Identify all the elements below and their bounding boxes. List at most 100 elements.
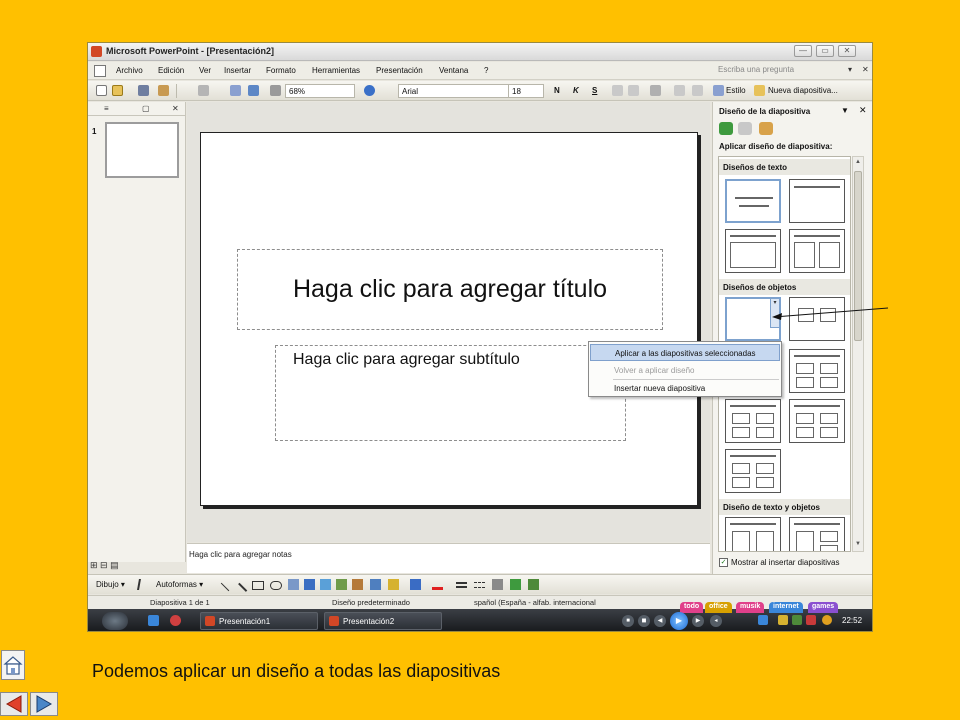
- deskbar-tab-internet[interactable]: internet: [769, 602, 803, 613]
- taskbar-presentacion2[interactable]: Presentación2: [324, 612, 442, 630]
- help-icon[interactable]: [364, 85, 375, 96]
- picture-icon[interactable]: [352, 579, 363, 590]
- outline-tab[interactable]: ≡: [104, 104, 109, 113]
- arrow-style-icon[interactable]: [492, 579, 503, 590]
- rectangle-icon[interactable]: [252, 581, 264, 590]
- line-style-icon[interactable]: [456, 582, 467, 588]
- tray-network-icon[interactable]: [758, 615, 768, 625]
- menu-reapply-layout[interactable]: Volver a aplicar diseño: [590, 362, 780, 379]
- underline-button[interactable]: S: [592, 86, 597, 95]
- close-button[interactable]: ✕: [838, 45, 856, 57]
- undo-icon[interactable]: [198, 85, 209, 96]
- line-color-icon[interactable]: [410, 579, 421, 590]
- numbering-icon[interactable]: [612, 85, 623, 96]
- minimize-button[interactable]: —: [794, 45, 812, 57]
- notes-placeholder[interactable]: Haga clic para agregar notas: [189, 550, 292, 559]
- new-slide-button[interactable]: Nueva diapositiva...: [768, 86, 838, 95]
- dash-style-icon[interactable]: [474, 582, 485, 588]
- table-icon[interactable]: [248, 85, 259, 96]
- help-dropdown-icon[interactable]: ▾: [848, 65, 852, 74]
- start-button[interactable]: [102, 612, 128, 630]
- autoshapes-menu[interactable]: Autoformas ▾: [156, 580, 203, 589]
- style-button[interactable]: Estilo: [726, 86, 746, 95]
- layout-title-slide[interactable]: [725, 179, 781, 223]
- menu-edicion[interactable]: Edición: [158, 66, 184, 75]
- scroll-up-icon[interactable]: ▲: [855, 159, 861, 165]
- clipart-icon[interactable]: [336, 579, 347, 590]
- taskbar-presentacion1[interactable]: Presentación1: [200, 612, 318, 630]
- home-icon[interactable]: [759, 122, 773, 135]
- show-on-insert-checkbox[interactable]: ✓ Mostrar al insertar diapositivas: [719, 558, 839, 568]
- close-pane-button[interactable]: ✕: [172, 104, 179, 113]
- style-icon[interactable]: [713, 85, 724, 96]
- task-pane-scrollbar[interactable]: ▲ ▼: [852, 156, 864, 552]
- diagram-icon[interactable]: [320, 579, 331, 590]
- select-pointer-icon[interactable]: [137, 579, 150, 590]
- tray-update-icon[interactable]: [792, 615, 802, 625]
- document-icon[interactable]: [94, 65, 106, 77]
- slide-thumbnail[interactable]: [105, 122, 179, 178]
- menu-help[interactable]: ?: [484, 66, 488, 75]
- layout-dropdown-button[interactable]: ▾: [770, 298, 780, 328]
- next-slide-button[interactable]: [30, 692, 58, 716]
- deskbar-tab-games[interactable]: games: [808, 602, 839, 613]
- shadow-icon[interactable]: [510, 579, 521, 590]
- menu-insertar[interactable]: Insertar: [224, 66, 251, 75]
- wordart-icon[interactable]: [304, 579, 315, 590]
- slide-canvas[interactable]: Haga clic para agregar título Haga clic …: [200, 132, 698, 506]
- layout-content[interactable]: [789, 297, 845, 341]
- menu-apply-selected[interactable]: Aplicar a las diapositivas seleccionadas: [590, 344, 780, 361]
- close-document-button[interactable]: ✕: [862, 65, 869, 74]
- paste-icon[interactable]: [158, 85, 169, 96]
- 3d-icon[interactable]: [528, 579, 539, 590]
- restore-button[interactable]: ▭: [816, 45, 834, 57]
- media-next-icon[interactable]: ▶: [692, 615, 704, 627]
- tray-messenger-icon[interactable]: [822, 615, 832, 625]
- zoom-select[interactable]: 68%: [285, 84, 355, 98]
- menu-ver[interactable]: Ver: [199, 66, 211, 75]
- back-icon[interactable]: [719, 122, 733, 135]
- forward-icon[interactable]: [738, 122, 752, 135]
- font-grow-icon[interactable]: [650, 85, 661, 96]
- menu-insert-new-slide[interactable]: Insertar nueva diapositiva: [590, 380, 780, 397]
- media-stop-icon[interactable]: ■: [622, 615, 634, 627]
- media-play-icon[interactable]: ▶: [670, 612, 688, 630]
- chart-icon[interactable]: [230, 85, 241, 96]
- layout-content-2[interactable]: [725, 399, 781, 443]
- grid-icon[interactable]: [270, 85, 281, 96]
- task-pane-menu-icon[interactable]: ▼: [841, 106, 849, 115]
- open-icon[interactable]: [112, 85, 123, 96]
- task-pane-close-button[interactable]: ✕: [859, 105, 867, 116]
- font-select[interactable]: Arial: [398, 84, 510, 98]
- draw-menu[interactable]: Dibujo ▾: [96, 580, 125, 589]
- menu-ventana[interactable]: Ventana: [439, 66, 468, 75]
- menu-herramientas[interactable]: Herramientas: [312, 66, 360, 75]
- indent-icon[interactable]: [674, 85, 685, 96]
- fill-color-icon[interactable]: [388, 579, 399, 590]
- layout-title-only[interactable]: [789, 179, 845, 223]
- scroll-down-icon[interactable]: ▼: [855, 541, 861, 547]
- bold-button[interactable]: N: [554, 86, 560, 95]
- new-slide-icon[interactable]: [754, 85, 765, 96]
- quicklaunch-ie-icon[interactable]: [148, 615, 159, 626]
- layout-content-4[interactable]: [725, 449, 781, 493]
- layout-title-text[interactable]: [725, 229, 781, 273]
- layout-text-object-2[interactable]: [789, 517, 845, 551]
- print-icon[interactable]: [138, 85, 149, 96]
- media-volume-icon[interactable]: ◂: [710, 615, 722, 627]
- tray-security-icon[interactable]: [778, 615, 788, 625]
- checkbox-icon[interactable]: ✓: [719, 558, 728, 568]
- home-button[interactable]: [1, 650, 25, 680]
- textbox-icon[interactable]: [288, 579, 299, 590]
- previous-slide-button[interactable]: [0, 692, 28, 716]
- font-color-icon[interactable]: [432, 579, 443, 590]
- font-size-select[interactable]: 18: [508, 84, 544, 98]
- view-buttons[interactable]: ⊞ ⊟ ▤: [90, 560, 119, 571]
- notes-pane[interactable]: Haga clic para agregar notas: [187, 543, 710, 573]
- new-icon[interactable]: [96, 85, 107, 96]
- title-placeholder[interactable]: Haga clic para agregar título: [237, 249, 663, 330]
- help-search-input[interactable]: Escriba una pregunta: [718, 65, 794, 74]
- media-previous-icon[interactable]: ◀: [654, 615, 666, 627]
- layout-two-columns[interactable]: [789, 229, 845, 273]
- layout-content-3[interactable]: [789, 399, 845, 443]
